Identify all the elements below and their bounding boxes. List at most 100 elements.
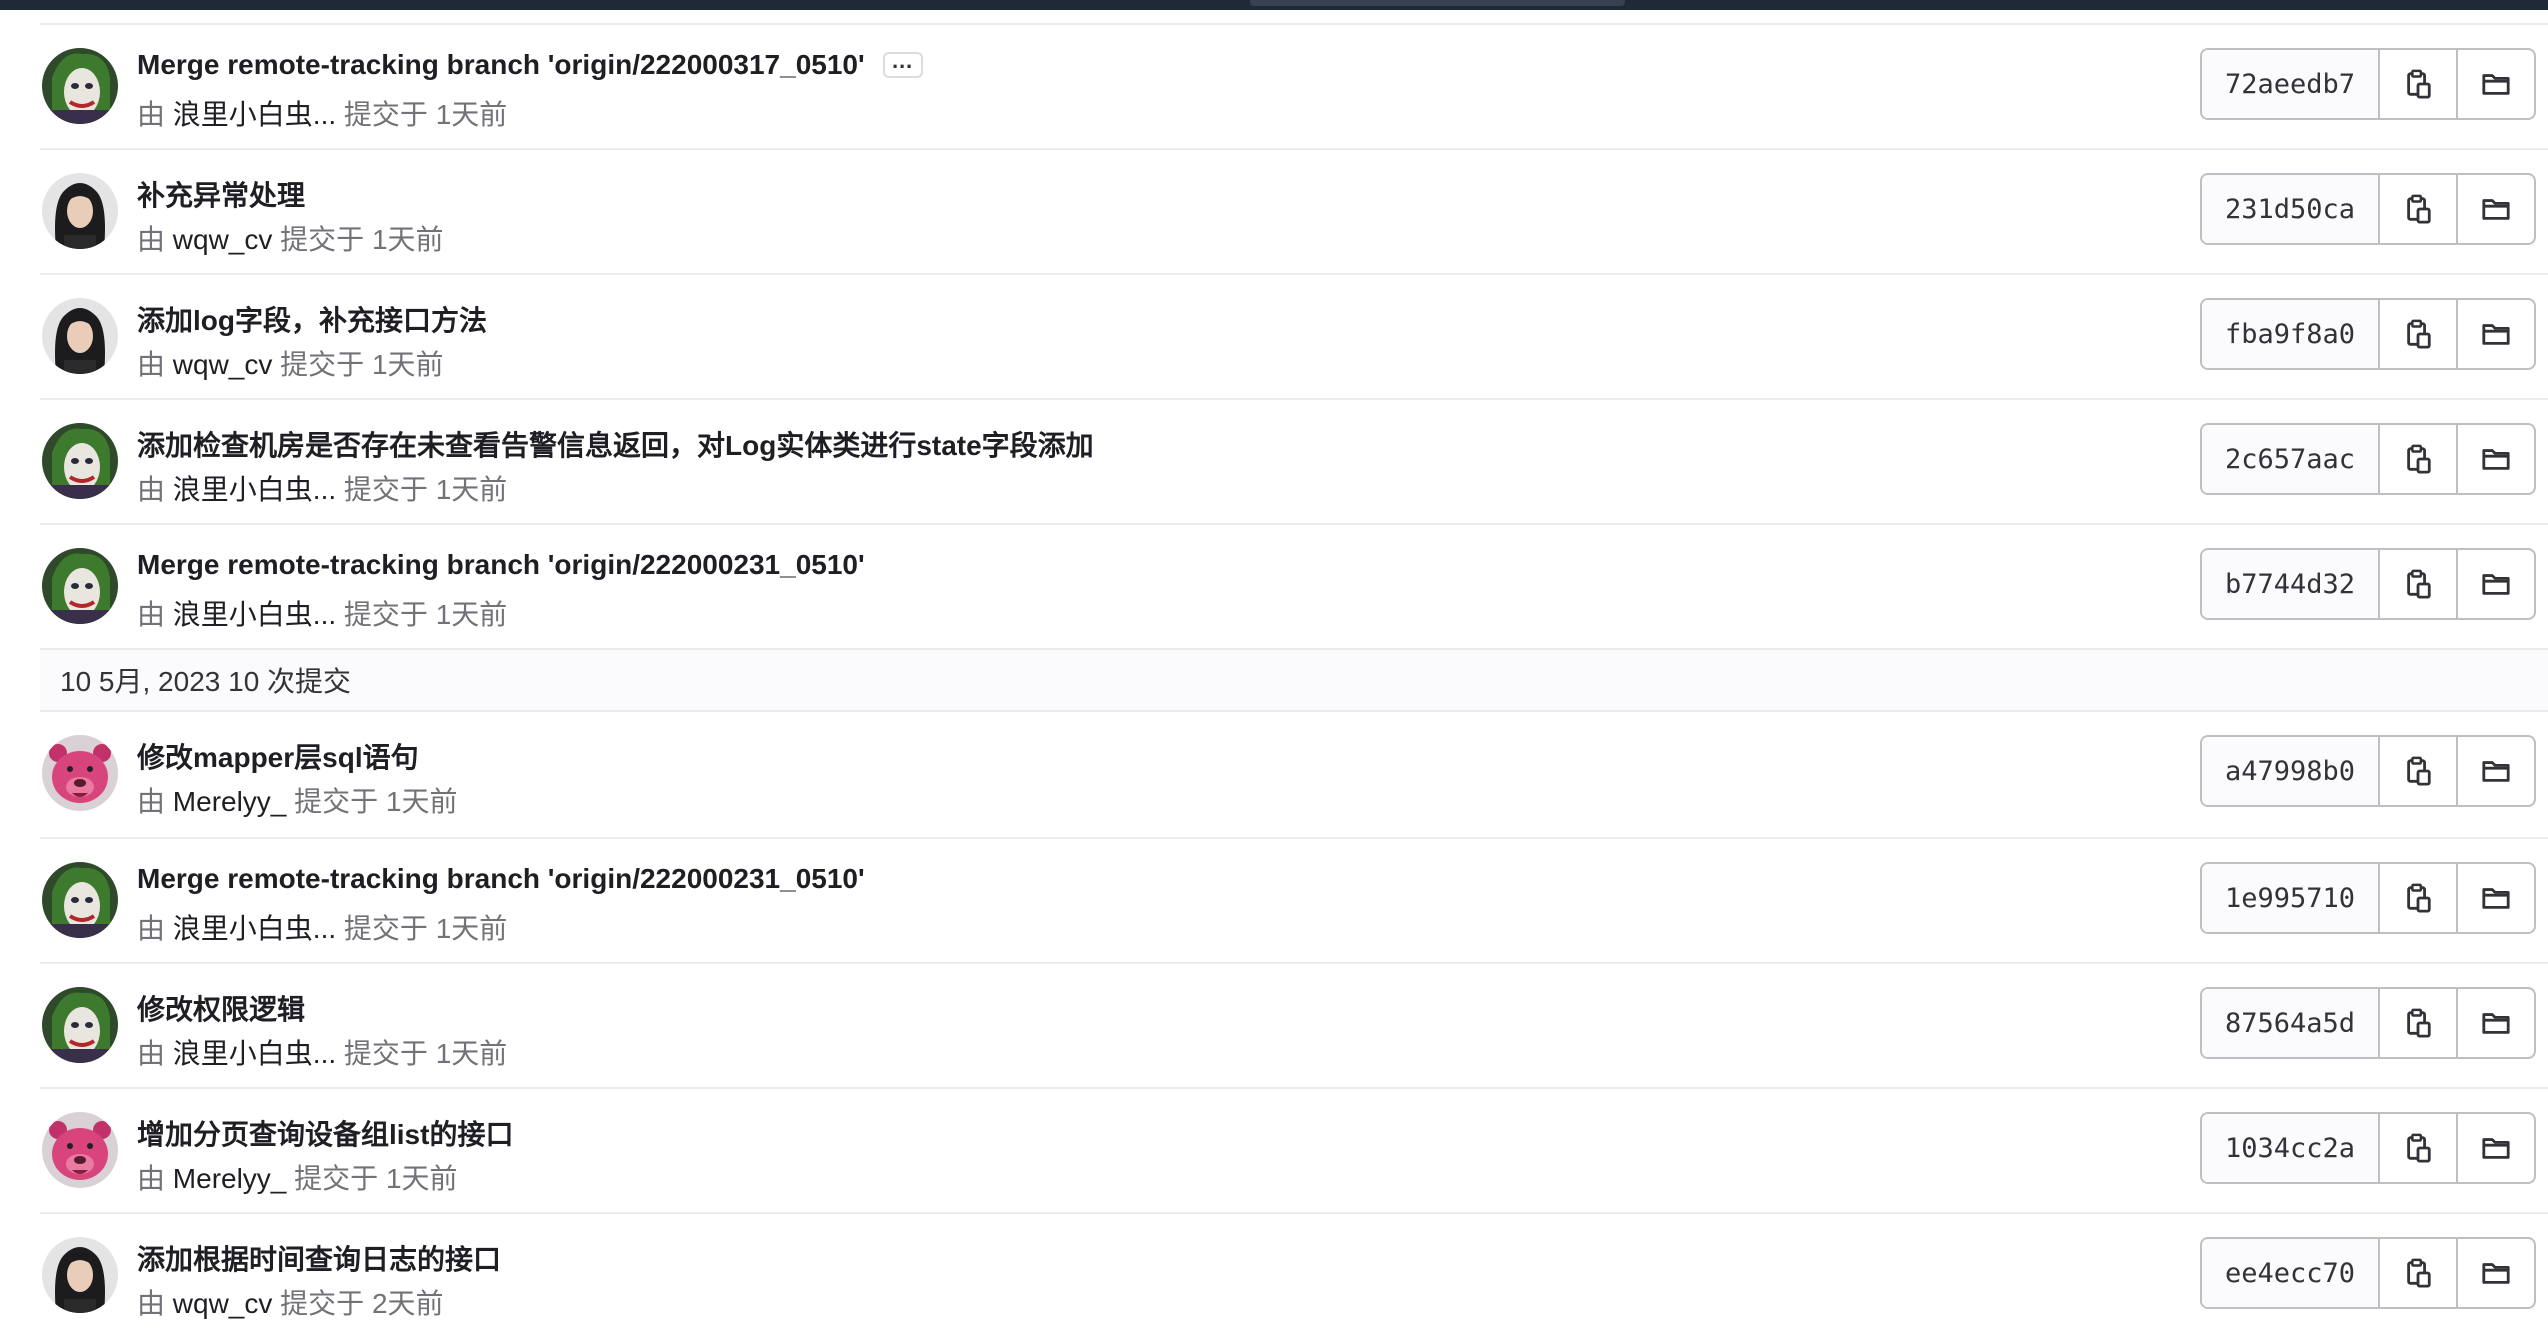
avatar[interactable] — [42, 423, 118, 499]
folder-icon — [2482, 888, 2510, 909]
commit-by-label: 由 — [137, 1038, 166, 1069]
commit-time: 提交于 1天前 — [280, 224, 444, 255]
browse-files-button[interactable] — [2458, 425, 2534, 493]
browse-files-button[interactable] — [2458, 1114, 2534, 1182]
copy-sha-button[interactable] — [2380, 175, 2458, 243]
commit-sha[interactable]: 87564a5d — [2202, 989, 2380, 1057]
commit-author[interactable]: 浪里小白虫... — [173, 1038, 344, 1069]
avatar-image — [42, 48, 118, 124]
commit-title[interactable]: 添加根据时间查询日志的接口 — [137, 1238, 501, 1278]
commit-author[interactable]: 浪里小白虫... — [173, 599, 344, 630]
copy-sha-button[interactable] — [2380, 425, 2458, 493]
copy-sha-button[interactable] — [2380, 989, 2458, 1057]
commit-author[interactable]: Merelyy_ — [173, 1163, 294, 1194]
copy-sha-button[interactable] — [2380, 50, 2458, 118]
commit-sha[interactable]: b7744d32 — [2202, 550, 2380, 618]
avatar[interactable] — [42, 1237, 118, 1313]
copy-icon — [2407, 1258, 2431, 1288]
avatar-image — [42, 1112, 118, 1188]
browse-files-button[interactable] — [2458, 50, 2534, 118]
avatar-image — [42, 548, 118, 624]
commit-actions: 1034cc2a — [2200, 1112, 2536, 1184]
commit-author[interactable]: wqw_cv — [173, 349, 280, 380]
commit-author[interactable]: 浪里小白虫... — [173, 99, 344, 130]
commit-author[interactable]: 浪里小白虫... — [173, 474, 344, 505]
commit-sha[interactable]: 2c657aac — [2202, 425, 2380, 493]
commit-title[interactable]: 修改mapper层sql语句 — [137, 736, 419, 776]
commit-title[interactable]: 添加log字段，补充接口方法 — [137, 299, 487, 339]
commit-by-label: 由 — [137, 349, 166, 380]
toggle-commit-description-button[interactable]: … — [882, 50, 923, 78]
commit-author[interactable]: wqw_cv — [173, 1288, 280, 1319]
avatar[interactable] — [42, 987, 118, 1063]
commit-row: 添加检查机房是否存在未查看告警信息返回，对Log实体类进行state字段添加 由… — [40, 398, 2548, 523]
copy-sha-button[interactable] — [2380, 864, 2458, 932]
commit-row: 修改权限逻辑 由 浪里小白虫... 提交于 1天前 87564a5d — [40, 962, 2548, 1087]
commit-title[interactable]: 增加分页查询设备组list的接口 — [137, 1113, 513, 1153]
commit-row: Merge remote-tracking branch 'origin/222… — [40, 23, 2548, 148]
commit-time: 提交于 1天前 — [343, 599, 508, 630]
commit-sha[interactable]: 1e995710 — [2202, 864, 2380, 932]
commit-by-label: 由 — [137, 1163, 166, 1194]
commit-row: Merge remote-tracking branch 'origin/222… — [40, 837, 2548, 962]
top-bar-handle — [1250, 0, 1625, 6]
commit-list: Merge remote-tracking branch 'origin/222… — [40, 23, 2548, 1337]
browse-files-button[interactable] — [2458, 737, 2534, 805]
avatar-image — [42, 862, 118, 938]
folder-icon — [2482, 74, 2510, 95]
avatar[interactable] — [42, 1112, 118, 1188]
commit-author[interactable]: wqw_cv — [173, 224, 280, 255]
avatar-image — [42, 1237, 118, 1313]
copy-icon — [2407, 1008, 2431, 1038]
avatar[interactable] — [42, 548, 118, 624]
commit-sha[interactable]: fba9f8a0 — [2202, 300, 2380, 368]
copy-sha-button[interactable] — [2380, 550, 2458, 618]
copy-icon — [2407, 569, 2431, 599]
avatar[interactable] — [42, 48, 118, 124]
commit-author[interactable]: Merelyy_ — [173, 786, 294, 817]
browse-files-button[interactable] — [2458, 864, 2534, 932]
commit-sha[interactable]: 231d50ca — [2202, 175, 2380, 243]
commit-sha[interactable]: 72aeedb7 — [2202, 50, 2380, 118]
browse-files-button[interactable] — [2458, 550, 2534, 618]
browse-files-button[interactable] — [2458, 175, 2534, 243]
commit-title[interactable]: 修改权限逻辑 — [137, 988, 305, 1028]
browse-files-button[interactable] — [2458, 300, 2534, 368]
copy-sha-button[interactable] — [2380, 737, 2458, 805]
copy-sha-button[interactable] — [2380, 300, 2458, 368]
commit-author[interactable]: 浪里小白虫... — [173, 913, 344, 944]
commit-time: 提交于 1天前 — [343, 913, 508, 944]
commit-sha[interactable]: a47998b0 — [2202, 737, 2380, 805]
folder-icon — [2482, 1138, 2510, 1159]
copy-icon — [2407, 194, 2431, 224]
commit-title[interactable]: Merge remote-tracking branch 'origin/222… — [137, 49, 865, 81]
commit-actions: a47998b0 — [2200, 735, 2536, 807]
copy-sha-button[interactable] — [2380, 1239, 2458, 1307]
commit-title[interactable]: Merge remote-tracking branch 'origin/222… — [137, 549, 865, 581]
copy-icon — [2407, 1133, 2431, 1163]
browse-files-button[interactable] — [2458, 1239, 2534, 1307]
commit-by-label: 由 — [137, 224, 166, 255]
commit-sha[interactable]: ee4ecc70 — [2202, 1239, 2380, 1307]
commit-actions: 1e995710 — [2200, 862, 2536, 934]
commit-row: 添加log字段，补充接口方法 由 wqw_cv 提交于 1天前 fba9f8a0 — [40, 273, 2548, 398]
commit-date-header: 10 5月, 2023 10 次提交 — [40, 648, 2548, 712]
avatar[interactable] — [42, 735, 118, 811]
commit-actions: fba9f8a0 — [2200, 298, 2536, 370]
browse-files-button[interactable] — [2458, 989, 2534, 1057]
commit-actions: 72aeedb7 — [2200, 48, 2536, 120]
avatar[interactable] — [42, 862, 118, 938]
commit-title[interactable]: Merge remote-tracking branch 'origin/222… — [137, 863, 865, 895]
commit-time: 提交于 1天前 — [280, 349, 444, 380]
avatar[interactable] — [42, 298, 118, 374]
commit-title[interactable]: 添加检查机房是否存在未查看告警信息返回，对Log实体类进行state字段添加 — [137, 424, 1094, 464]
copy-sha-button[interactable] — [2380, 1114, 2458, 1182]
commit-sha[interactable]: 1034cc2a — [2202, 1114, 2380, 1182]
folder-icon — [2482, 449, 2510, 470]
commit-by-label: 由 — [137, 1288, 166, 1319]
avatar[interactable] — [42, 173, 118, 249]
commit-time: 提交于 1天前 — [343, 99, 508, 130]
commit-by-label: 由 — [137, 99, 166, 130]
commit-time: 提交于 2天前 — [280, 1288, 444, 1319]
commit-title[interactable]: 补充异常处理 — [137, 174, 305, 214]
